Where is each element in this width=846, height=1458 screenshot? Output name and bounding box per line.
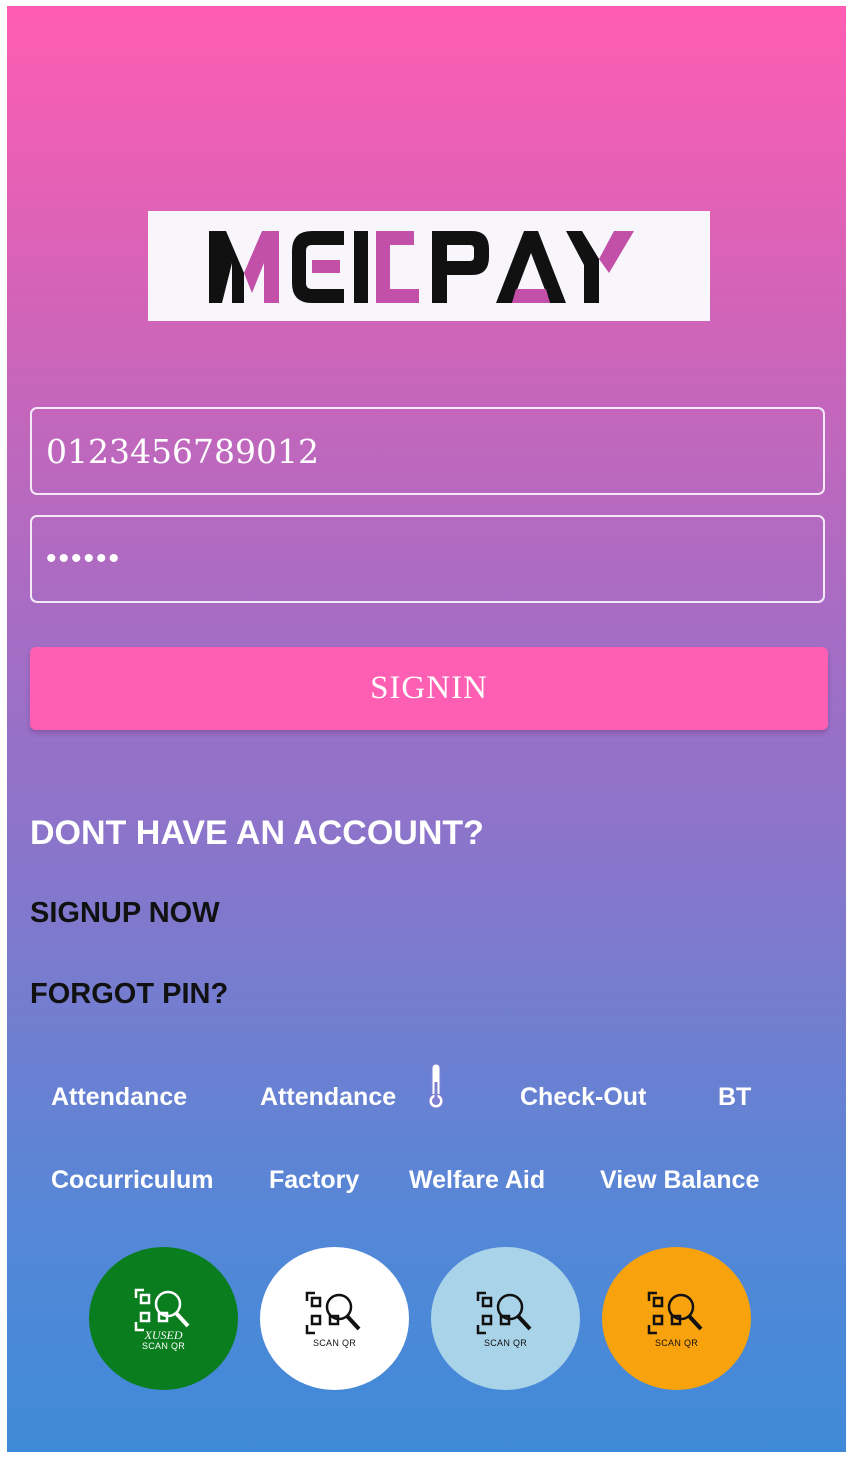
brand-logo [148, 211, 710, 321]
menu-attendance[interactable]: Attendance [51, 1083, 187, 1112]
scan-qr-caption: SCAN QR [654, 1338, 699, 1348]
scan-qr-button-orange[interactable]: SCAN QR [602, 1247, 751, 1390]
menu-attendance-temperature[interactable]: Attendance [260, 1083, 396, 1112]
forgot-pin-link[interactable]: FORGOT PIN? [30, 978, 228, 1011]
signup-now-link[interactable]: SIGNUP NOW [30, 897, 220, 930]
phone-number-field[interactable]: 0123456789012 [30, 407, 825, 495]
qr-search-icon [134, 1288, 189, 1332]
menu-check-out[interactable]: Check-Out [520, 1083, 646, 1112]
meidpay-logo-icon [209, 231, 634, 303]
scan-qr-button-used[interactable]: XUSED SCAN QR [89, 1247, 238, 1390]
signin-button[interactable]: SIGNIN [30, 647, 828, 730]
qr-search-icon [476, 1291, 531, 1335]
signin-label: SIGNIN [370, 670, 488, 706]
used-overlay-text: XUSED [144, 1328, 183, 1342]
menu-cocurriculum[interactable]: Cocurriculum [51, 1166, 214, 1195]
qr-search-icon [647, 1291, 702, 1335]
menu-bt[interactable]: BT [718, 1083, 751, 1112]
scan-qr-button-light-blue[interactable]: SCAN QR [431, 1247, 580, 1390]
scan-qr-caption: SCAN QR [483, 1338, 528, 1348]
scan-qr-caption: SCAN QR [141, 1341, 186, 1351]
menu-view-balance[interactable]: View Balance [600, 1166, 759, 1195]
no-account-heading: DONT HAVE AN ACCOUNT? [30, 814, 484, 852]
menu-factory[interactable]: Factory [269, 1166, 359, 1195]
menu-welfare-aid[interactable]: Welfare Aid [409, 1166, 545, 1195]
qr-search-icon [305, 1291, 360, 1335]
login-screen: 0123456789012 •••••• SIGNIN DONT HAVE AN… [7, 6, 846, 1452]
phone-number-value: 0123456789012 [46, 431, 319, 471]
thermometer-icon [426, 1062, 446, 1115]
pin-field[interactable]: •••••• [30, 515, 825, 603]
pin-masked-value: •••••• [46, 542, 122, 575]
scan-qr-caption: SCAN QR [312, 1338, 357, 1348]
scan-qr-button-white[interactable]: SCAN QR [260, 1247, 409, 1390]
